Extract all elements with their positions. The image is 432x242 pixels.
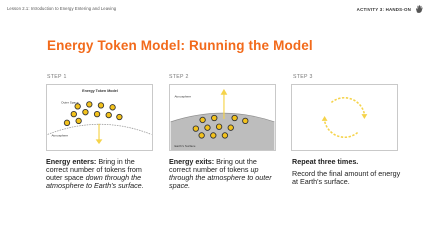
down-arrow-head xyxy=(95,139,103,145)
atmosphere-label: Atmosphere xyxy=(51,133,68,137)
step-1-diagram: Energy Token Model Outer Space Atmospher… xyxy=(46,84,153,151)
page-title: Energy Token Model: Running the Model xyxy=(47,38,313,53)
cycle-arc-top xyxy=(330,96,366,115)
energy-enters-illustration: Energy Token Model Outer Space Atmospher… xyxy=(47,89,152,145)
earth-surface-label: Earth's Surface xyxy=(174,144,195,148)
step-1-label: STEP 1 xyxy=(47,74,67,80)
step-2-description: Energy exits: Bring out the correct numb… xyxy=(169,158,279,190)
step-3-label: STEP 3 xyxy=(293,74,313,80)
step-3-heading: Repeat three times. xyxy=(292,157,359,166)
step-3-diagram xyxy=(291,84,398,151)
atmosphere-label: Atmosphere xyxy=(174,95,191,99)
step-2-label: STEP 2 xyxy=(169,74,189,80)
slide: Lesson 2.1: Introduction to Energy Enter… xyxy=(0,0,432,242)
step-3-description: Repeat three times. Record the final amo… xyxy=(292,158,402,186)
step-2-diagram: Atmosphere Earth's Surface xyxy=(169,84,276,151)
step-3-text: Record the final amount of energy at Ear… xyxy=(292,169,401,186)
cycle-arrowhead-left xyxy=(321,116,328,121)
step-1-description: Energy enters: Bring in the correct numb… xyxy=(46,158,156,190)
hand-icon xyxy=(416,5,423,13)
activity-label: ACTIVITY 3: HANDS-ON xyxy=(356,6,411,12)
energy-exits-illustration: Atmosphere Earth's Surface xyxy=(170,88,275,150)
energy-tokens xyxy=(63,101,123,126)
up-arrow-head xyxy=(220,88,228,95)
cycle-arrowhead-right xyxy=(361,114,368,119)
activity-header: ACTIVITY 3: HANDS-ON xyxy=(357,4,424,14)
cycle-arc-bottom xyxy=(323,120,359,139)
diagram-title: Energy Token Model xyxy=(82,89,118,93)
repeat-cycle-illustration xyxy=(321,96,368,139)
lesson-header: Lesson 2.1: Introduction to Energy Enter… xyxy=(7,6,117,11)
